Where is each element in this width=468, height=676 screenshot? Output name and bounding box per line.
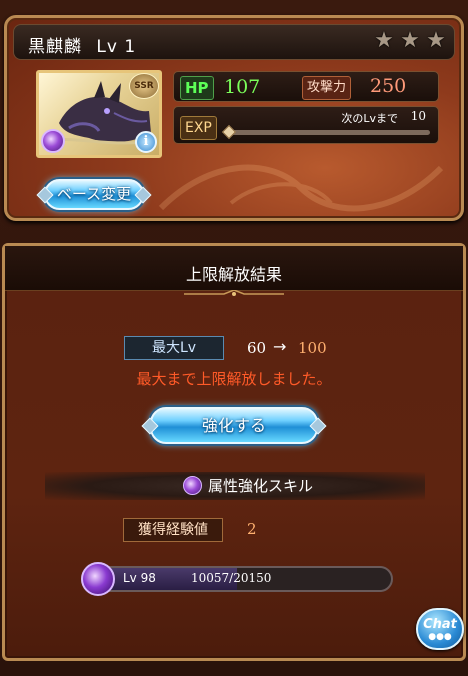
gained-exp-label: 獲得経験値 <box>123 518 223 542</box>
limit-break-message: 最大まで上限解放しました。 <box>136 370 332 388</box>
ssr-badge: SSR <box>129 73 159 99</box>
max-level-label: 最大Lv <box>124 336 224 360</box>
skill-exp-text: 10057/20150 <box>191 571 272 585</box>
character-portrait[interactable]: SSR i <box>36 70 162 158</box>
limit-break-result-panel: 上限解放結果 最大Lv 60 → 100 最大まで上限解放しました。 強化する … <box>2 243 466 661</box>
title-ornament <box>184 290 284 296</box>
max-level-to: 100 <box>298 339 327 357</box>
arrow-right-icon: → <box>273 337 287 356</box>
chat-dots-icon: ●●● <box>428 632 452 642</box>
dark-element-orb-icon <box>41 129 65 153</box>
next-level-label: 次のLvまで <box>341 112 398 125</box>
dark-element-orb-icon <box>183 476 202 495</box>
result-title: 上限解放結果 <box>185 265 282 284</box>
character-name: 黒麒麟 Lv 1 <box>28 32 136 57</box>
exp-progress-bar <box>230 130 430 135</box>
card-ornament <box>158 164 444 212</box>
enhance-button-label: 強化する <box>201 416 266 435</box>
button-wing-right <box>134 186 152 203</box>
exp-progress-knob <box>221 124 237 140</box>
hp-label: HP <box>180 76 214 100</box>
result-title-bar: 上限解放結果 <box>5 246 463 291</box>
star-icon: ★ <box>426 28 446 53</box>
elemental-skill-label: 属性強化スキル <box>208 477 314 495</box>
button-wing-right <box>309 417 327 434</box>
character-header: 黒麒麟 Lv 1 ★ ★ ★ <box>13 24 455 60</box>
rarity-stars: ★ ★ ★ <box>372 29 448 53</box>
attack-value: 250 <box>370 75 407 97</box>
max-level-from: 60 <box>247 339 267 357</box>
change-base-button[interactable]: ベース変更 <box>36 179 152 210</box>
next-level-value: 10 <box>410 109 426 123</box>
enhance-button[interactable]: 強化する <box>141 407 327 444</box>
limit-break-screen: 黒麒麟 Lv 1 ★ ★ ★ SSR i HP 107 攻撃力 250 EXP … <box>0 0 468 676</box>
chat-label: Chat <box>423 617 457 632</box>
character-name-text: 黒麒麟 <box>28 37 82 57</box>
star-icon: ★ <box>400 28 420 53</box>
star-icon: ★ <box>374 28 394 53</box>
button-wing-left <box>141 417 159 434</box>
exp-panel: EXP 次のLvまで 10 <box>173 106 439 144</box>
skill-element-orb-icon <box>81 562 115 596</box>
exp-label: EXP <box>180 116 217 140</box>
elemental-skill-banner: 属性強化スキル <box>45 472 425 500</box>
skill-level: Lv 98 <box>123 571 156 585</box>
gained-exp-value: 2 <box>247 520 257 538</box>
hp-atk-panel: HP 107 攻撃力 250 <box>173 71 439 102</box>
chat-button[interactable]: Chat ●●● <box>416 608 464 650</box>
button-wing-left <box>36 186 54 203</box>
info-icon[interactable]: i <box>135 131 157 153</box>
change-base-label: ベース変更 <box>56 185 132 203</box>
character-level: Lv 1 <box>96 37 137 57</box>
skill-exp-bar: Lv 98 10057/20150 <box>81 566 393 592</box>
character-card: 黒麒麟 Lv 1 ★ ★ ★ SSR i HP 107 攻撃力 250 EXP … <box>4 15 464 221</box>
hp-value: 107 <box>224 76 261 98</box>
attack-label: 攻撃力 <box>302 76 352 100</box>
